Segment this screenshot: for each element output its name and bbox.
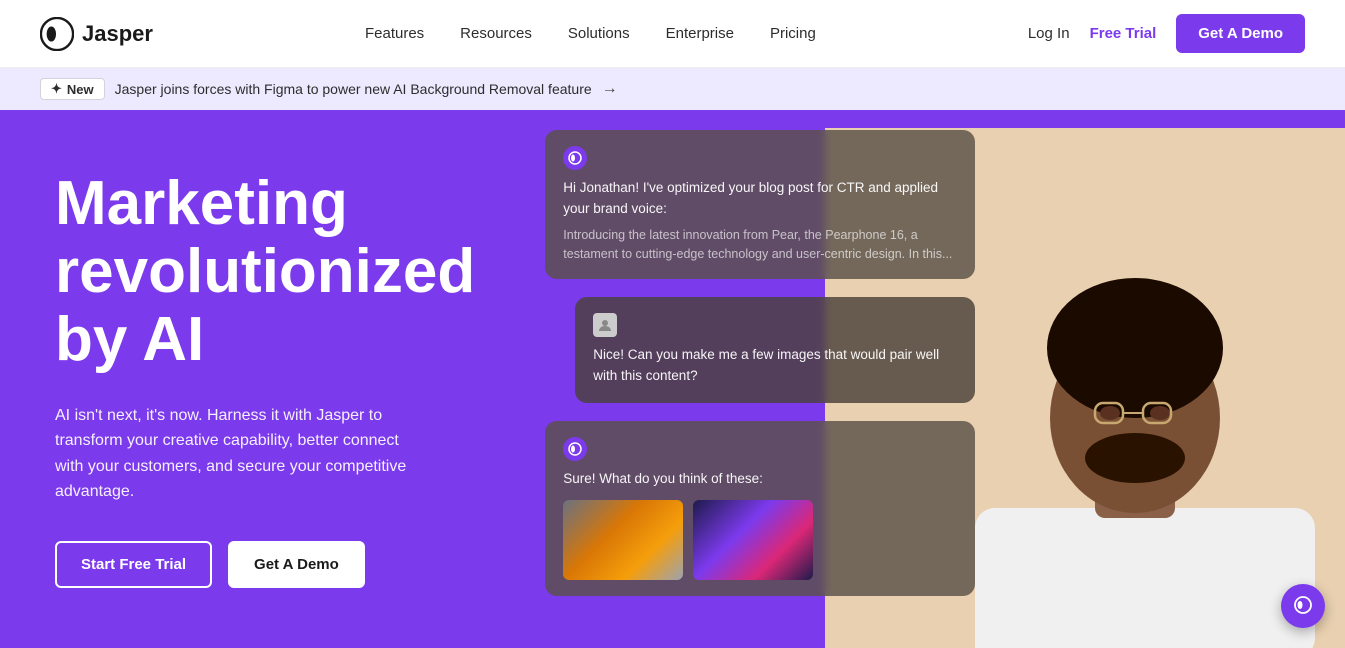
chat-bubble-3: Sure! What do you think of these: <box>545 421 975 596</box>
start-free-trial-button[interactable]: Start Free Trial <box>55 541 212 588</box>
bubble-3-header <box>563 437 957 461</box>
chat-fab-button[interactable] <box>1281 584 1325 628</box>
hero-buttons: Start Free Trial Get A Demo <box>55 541 475 588</box>
nav-item-pricing[interactable]: Pricing <box>770 25 816 42</box>
navbar-right: Log In Free Trial Get A Demo <box>1028 14 1305 53</box>
get-demo-button[interactable]: Get A Demo <box>1176 14 1305 53</box>
badge-icon: ✦ <box>51 81 62 97</box>
nav-item-features[interactable]: Features <box>365 25 424 42</box>
announcement-text: Jasper joins forces with Figma to power … <box>115 81 592 97</box>
image-thumb-1 <box>563 500 683 580</box>
login-link[interactable]: Log In <box>1028 25 1070 42</box>
bubble-3-main-text: Sure! What do you think of these: <box>563 469 957 490</box>
hero-right: Hi Jonathan! I've optimized your blog po… <box>515 110 1345 648</box>
hero-title: Marketing revolutionized by AI <box>55 170 475 375</box>
bubble-1-sub-text: Introducing the latest innovation from P… <box>563 226 957 264</box>
badge-label: New <box>67 82 94 97</box>
jasper-avatar-3 <box>563 437 587 461</box>
hero-section: Marketing revolutionized by AI AI isn't … <box>0 110 1345 648</box>
bubble-2-header <box>593 313 957 337</box>
announcement-bar[interactable]: ✦ New Jasper joins forces with Figma to … <box>0 68 1345 110</box>
jasper-avatar-1 <box>563 146 587 170</box>
nav-item-solutions[interactable]: Solutions <box>568 25 630 42</box>
user-avatar <box>593 313 617 337</box>
logo-icon <box>40 17 74 51</box>
chat-container: Hi Jonathan! I've optimized your blog po… <box>545 130 975 596</box>
bubble-3-images <box>563 500 957 580</box>
hero-subtitle: AI isn't next, it's now. Harness it with… <box>55 403 415 505</box>
bubble-1-main-text: Hi Jonathan! I've optimized your blog po… <box>563 178 957 220</box>
nav-item-enterprise[interactable]: Enterprise <box>666 25 734 42</box>
bubble-1-header <box>563 146 957 170</box>
hero-left: Marketing revolutionized by AI AI isn't … <box>0 110 515 648</box>
free-trial-link[interactable]: Free Trial <box>1090 25 1157 42</box>
new-badge: ✦ New <box>40 78 105 100</box>
logo-text: Jasper <box>82 21 153 47</box>
nav-item-resources[interactable]: Resources <box>460 25 532 42</box>
chat-bubble-1: Hi Jonathan! I've optimized your blog po… <box>545 130 975 279</box>
navbar: Jasper Features Resources Solutions Ente… <box>0 0 1345 68</box>
logo[interactable]: Jasper <box>40 17 153 51</box>
chat-bubble-2: Nice! Can you make me a few images that … <box>575 297 975 403</box>
hero-get-demo-button[interactable]: Get A Demo <box>228 541 365 588</box>
bubble-2-main-text: Nice! Can you make me a few images that … <box>593 345 957 387</box>
image-thumb-2 <box>693 500 813 580</box>
announcement-arrow: → <box>602 80 618 98</box>
nav-menu: Features Resources Solutions Enterprise … <box>365 25 816 43</box>
